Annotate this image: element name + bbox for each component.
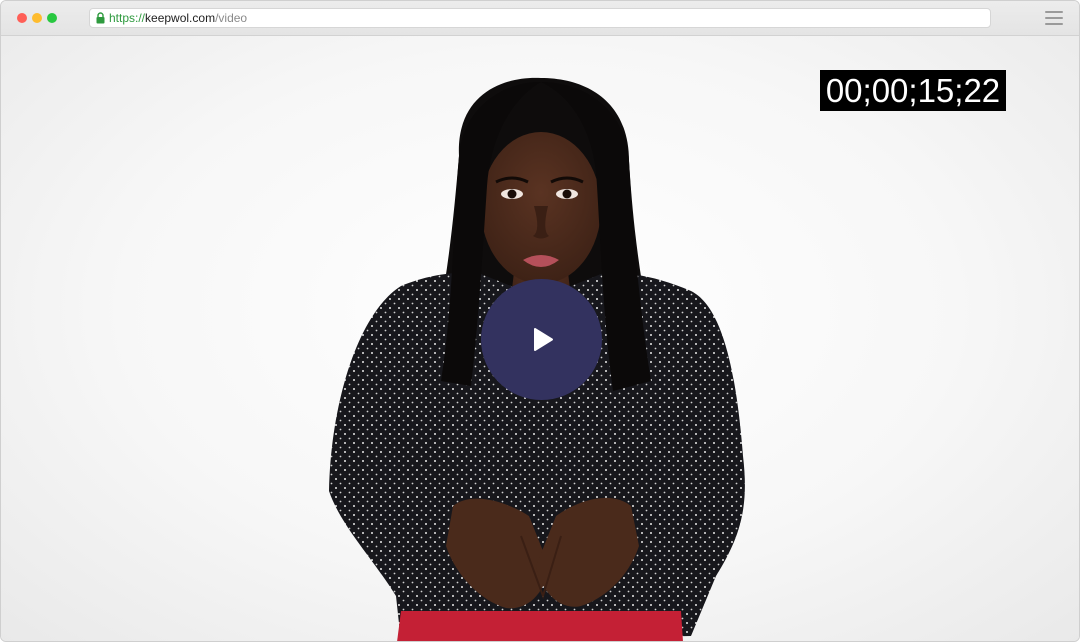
address-bar-url: https://keepwol.com/video <box>109 12 247 25</box>
play-icon <box>481 279 602 400</box>
minimize-window-button[interactable] <box>32 13 42 23</box>
video-player[interactable]: 00;00;15;22 <box>1 36 1079 641</box>
hamburger-menu-icon[interactable] <box>1045 11 1063 25</box>
lock-icon <box>96 12 105 24</box>
close-window-button[interactable] <box>17 13 27 23</box>
browser-window: https://keepwol.com/video 00;00;15;22 <box>0 0 1080 642</box>
video-timecode: 00;00;15;22 <box>820 70 1006 111</box>
play-button[interactable] <box>481 279 602 400</box>
address-bar[interactable]: https://keepwol.com/video <box>89 8 991 28</box>
url-path: /video <box>215 11 248 25</box>
url-scheme: https:// <box>109 11 146 25</box>
browser-titlebar: https://keepwol.com/video <box>1 1 1079 36</box>
maximize-window-button[interactable] <box>47 13 57 23</box>
url-host: keepwol.com <box>145 11 216 25</box>
